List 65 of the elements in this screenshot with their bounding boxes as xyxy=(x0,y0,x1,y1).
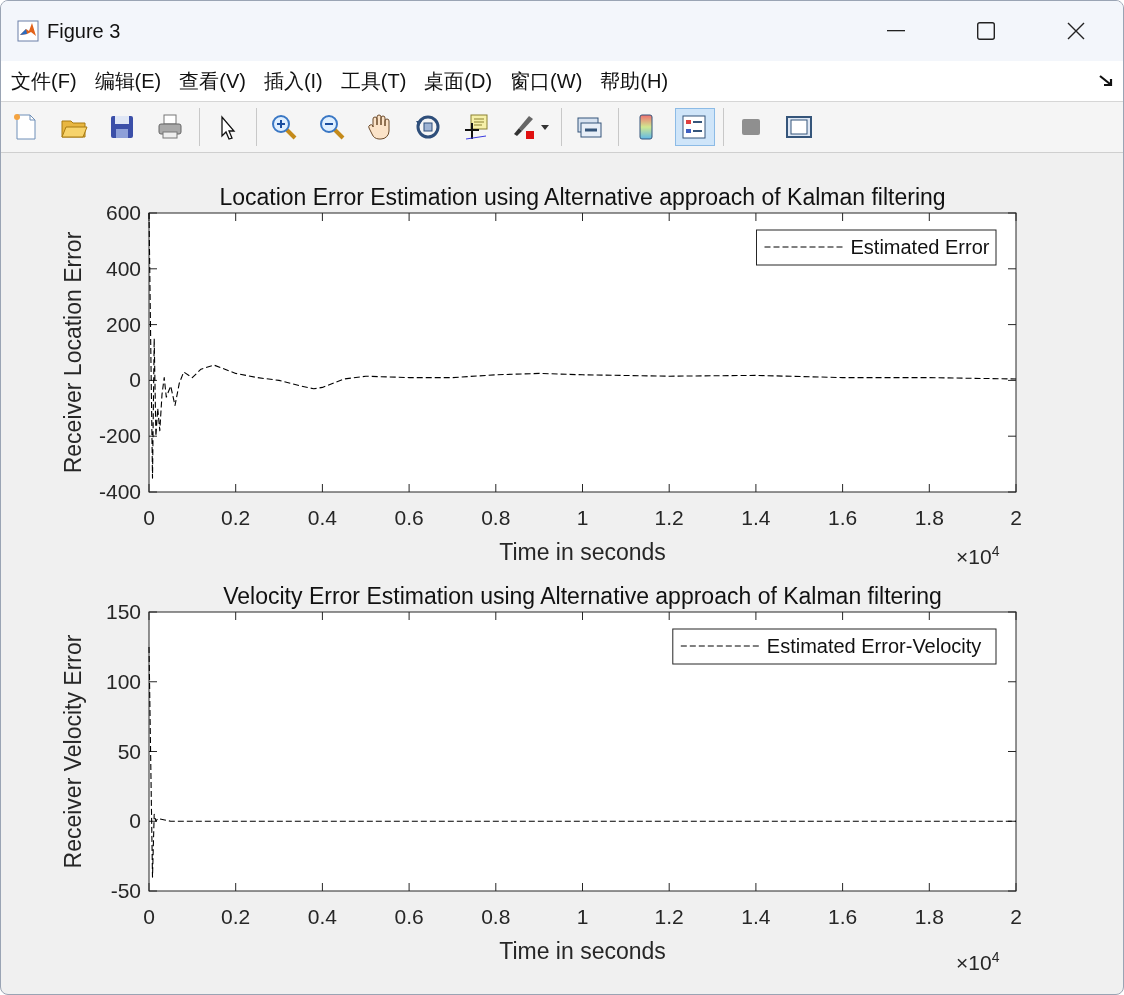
maximize-icon[interactable] xyxy=(977,22,995,40)
legend-button[interactable] xyxy=(675,108,715,146)
tick-label: 200 xyxy=(105,312,141,336)
menu-item[interactable]: 文件(F) xyxy=(11,67,77,95)
tick-label: -200 xyxy=(98,424,141,448)
tick-label: 0.6 xyxy=(394,506,424,529)
tick-label: 1.4 xyxy=(741,506,771,529)
menu-item[interactable]: 插入(I) xyxy=(263,67,323,95)
tick-label: 1.6 xyxy=(828,506,858,529)
menu-item[interactable]: 工具(T) xyxy=(340,67,407,95)
menu-item[interactable]: 桌面(D) xyxy=(424,67,493,95)
menu-item[interactable]: 编辑(E) xyxy=(94,67,162,95)
axis-label: Time in seconds xyxy=(499,938,666,964)
tick-label: 1.4 xyxy=(741,905,771,928)
tick-label: 600 xyxy=(105,201,141,224)
tick-label: 2 xyxy=(1010,506,1022,529)
menu-item[interactable]: 查看(V) xyxy=(179,67,246,95)
tick-label: 0.2 xyxy=(221,506,251,529)
tick-label: 1.6 xyxy=(828,905,858,928)
axis-label: Receiver Location Error xyxy=(60,231,86,474)
legend-icon xyxy=(679,112,709,142)
zoom-out-icon xyxy=(317,112,347,142)
tick-label: 0 xyxy=(129,368,141,392)
window-title: Figure 3 xyxy=(47,19,121,43)
tick-label: 1.2 xyxy=(654,506,684,529)
tick-label: 0 xyxy=(143,905,155,928)
tick-label: -50 xyxy=(110,879,141,902)
minimize-icon[interactable] xyxy=(887,30,905,32)
tick-label: 1 xyxy=(576,905,589,928)
legend-line-icon xyxy=(764,246,845,248)
tick-label: 1.8 xyxy=(914,506,944,529)
axis-label: Time in seconds xyxy=(499,539,666,565)
dock-arrow-icon[interactable] xyxy=(1099,75,1113,87)
close-icon[interactable] xyxy=(1067,22,1085,40)
zoom-in-icon xyxy=(269,112,299,142)
tick-label: 0 xyxy=(129,809,141,833)
tick-label: 150 xyxy=(105,600,141,623)
legend-label: Estimated Error xyxy=(850,236,990,258)
chart-title: Location Error Estimation using Alternative approach of Kalman filtering xyxy=(219,184,946,210)
legend-line-icon xyxy=(680,645,762,647)
legend-label: Estimated Error-Velocity xyxy=(766,635,982,657)
tick-label: 0.8 xyxy=(481,506,511,529)
tick-label: 100 xyxy=(105,669,141,693)
tick-label: -400 xyxy=(98,480,141,503)
tick-label: 0 xyxy=(143,506,155,529)
menu-item[interactable]: 窗口(W) xyxy=(510,67,583,95)
tick-label: 1.2 xyxy=(654,905,684,928)
caret-icon xyxy=(541,124,549,130)
tick-label: 0.4 xyxy=(307,905,337,928)
tick-label: 2 xyxy=(1010,905,1022,928)
tick-label: 1 xyxy=(576,506,589,529)
tick-label: 0.4 xyxy=(307,506,337,529)
chart-title: Velocity Error Estimation using Alternative approach of Kalman filtering xyxy=(223,583,942,609)
tick-label: 1.8 xyxy=(914,905,944,928)
tick-label: 0.8 xyxy=(481,905,511,928)
tick-label: 0.6 xyxy=(394,905,424,928)
tick-label: 50 xyxy=(117,739,141,763)
tick-label: 0.2 xyxy=(221,905,251,928)
print-icon xyxy=(155,112,185,142)
menu-item[interactable]: 帮助(H) xyxy=(600,67,669,95)
axis-exponent: ×10$^{4}$ xyxy=(956,543,1000,570)
axis-label: Receiver Velocity Error xyxy=(60,634,86,869)
app-logo-icon xyxy=(17,20,39,42)
tick-label: 400 xyxy=(105,256,141,280)
axis-exponent: ×10$^{4}$ xyxy=(956,949,1000,976)
